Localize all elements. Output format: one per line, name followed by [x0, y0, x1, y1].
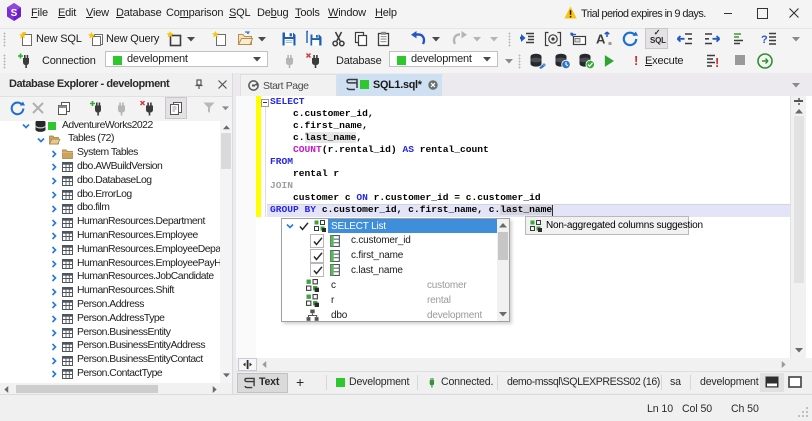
svg-text:S: S	[11, 8, 18, 19]
svg-text:!: !	[715, 55, 719, 70]
svg-text:?: ?	[761, 34, 768, 46]
